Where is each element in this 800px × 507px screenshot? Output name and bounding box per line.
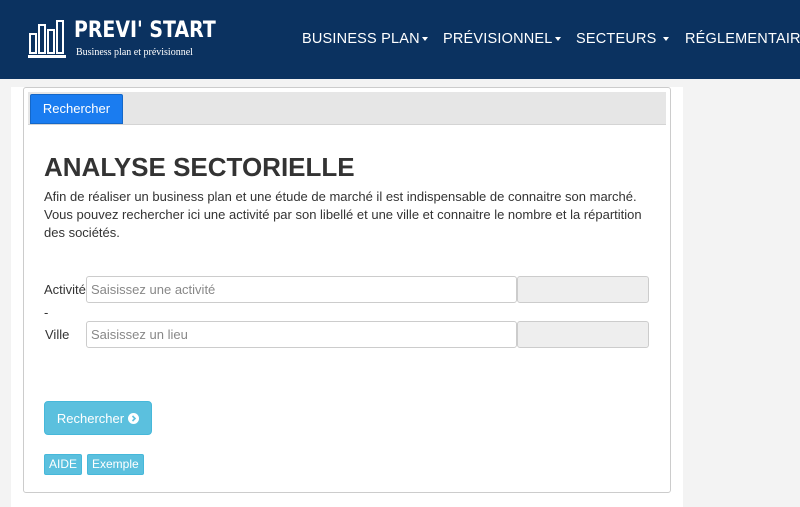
activity-code-field xyxy=(517,276,649,303)
nav-previsionnel[interactable]: PRÉVISIONNEL xyxy=(443,31,561,47)
intro-text: Afin de réaliser un business plan et une… xyxy=(44,189,642,240)
example-button[interactable]: Exemple xyxy=(87,454,144,475)
caret-down-icon xyxy=(554,37,561,42)
nav-previsionnel-label: PRÉVISIONNEL xyxy=(443,31,553,47)
help-button[interactable]: AIDE xyxy=(44,454,83,475)
city-code-field xyxy=(517,321,649,348)
page-title: ANALYSE SECTORIELLE xyxy=(44,152,355,182)
nav-reglementaire-label: RÉGLEMENTAIRE xyxy=(685,31,800,47)
search-button[interactable]: Rechercher xyxy=(44,401,152,435)
city-label: Ville xyxy=(45,327,70,342)
tab-rechercher[interactable]: Rechercher xyxy=(30,94,123,124)
nav-reglementaire[interactable]: RÉGLEMENTAIRE xyxy=(685,31,800,47)
tab-bar xyxy=(28,92,666,125)
caret-down-icon xyxy=(662,37,669,42)
nav-secteurs[interactable]: SECTEURS xyxy=(576,31,669,47)
chevron-circle-right-icon xyxy=(128,412,140,424)
search-button-label: Rechercher xyxy=(56,410,125,426)
nav-business-plan[interactable]: BUSINESS PLAN xyxy=(302,31,428,47)
form-separator: - xyxy=(44,305,49,320)
activity-label: Activité xyxy=(44,282,86,297)
activity-input[interactable] xyxy=(86,276,517,303)
caret-down-icon xyxy=(421,37,428,42)
logo-bars-icon[interactable] xyxy=(27,17,67,59)
nav-business-plan-label: BUSINESS PLAN xyxy=(302,31,420,47)
city-input[interactable] xyxy=(86,321,517,348)
brand-title[interactable]: PREVI' START xyxy=(74,18,216,43)
nav-secteurs-label: SECTEURS xyxy=(576,31,657,47)
brand-subtitle: Business plan et prévisionnel xyxy=(76,47,193,58)
